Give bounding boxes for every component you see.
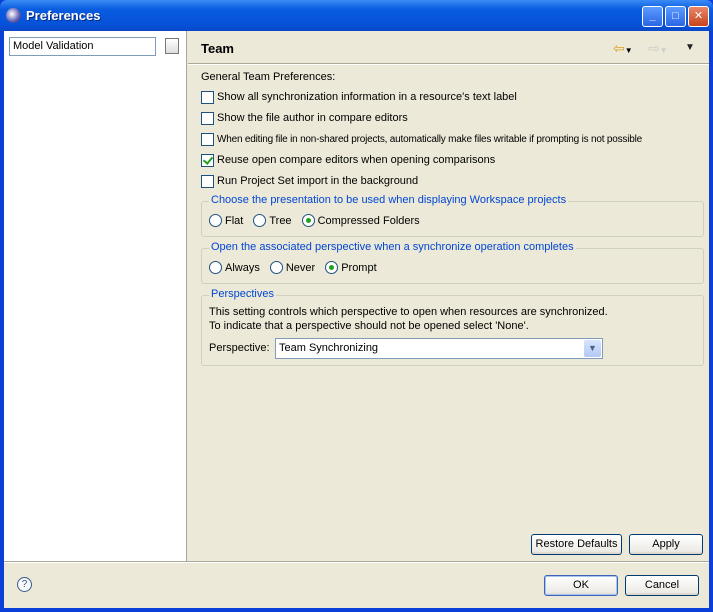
checkbox[interactable] [201, 90, 214, 104]
label: Show all synchronization information in … [217, 91, 517, 103]
label: Flat [225, 214, 244, 227]
radio[interactable] [325, 261, 339, 274]
group-legend: Perspectives [209, 288, 276, 300]
presentation-group: Choose the presentation to be used when … [201, 194, 704, 237]
help-icon[interactable]: ? [17, 577, 32, 592]
view-menu-icon[interactable]: ▼ [685, 42, 695, 53]
option-reuse-editors[interactable]: Reuse open compare editors when opening … [201, 152, 495, 168]
radio[interactable] [209, 261, 222, 274]
title-bar[interactable]: Preferences _ □ ✕ [0, 0, 713, 31]
radio-always[interactable]: Always [209, 261, 260, 274]
radio-flat[interactable]: Flat [209, 214, 243, 227]
general-label: General Team Preferences: [201, 71, 336, 83]
header-separator [188, 63, 709, 65]
label: Always [225, 261, 260, 274]
radio-compressed-folders[interactable]: Compressed Folders [301, 214, 420, 227]
checkbox[interactable] [201, 132, 214, 146]
minimize-button[interactable]: _ [642, 6, 663, 27]
preference-page: Team ⇦▼ ⇨▼ ▼ General Team Preferences: S… [188, 31, 709, 561]
label: Compressed Folders [317, 214, 420, 227]
radio-tree[interactable]: Tree [253, 214, 292, 227]
forward-arrow-icon[interactable]: ⇨▼ [648, 40, 668, 57]
page-title: Team [201, 41, 234, 56]
close-button[interactable]: ✕ [688, 6, 709, 27]
radio[interactable] [301, 214, 315, 227]
selected-value: Team Synchronizing [279, 342, 379, 354]
ok-button[interactable]: OK [544, 575, 618, 596]
window-title: Preferences [26, 8, 101, 23]
restore-defaults-button[interactable]: Restore Defaults [531, 534, 622, 555]
label: Prompt [341, 261, 377, 274]
checkbox[interactable] [201, 174, 214, 188]
radio[interactable] [209, 214, 222, 227]
group-legend: Open the associated perspective when a s… [209, 241, 576, 253]
label: Run Project Set import in the background [217, 175, 419, 187]
apply-button[interactable]: Apply [629, 534, 703, 555]
label: Reuse open compare editors when opening … [217, 154, 496, 166]
checkbox[interactable] [201, 111, 214, 125]
dialog-body: Model Validation Team ⇦▼ ⇨▼ ▼ General Te… [4, 31, 709, 608]
perspectives-group: Perspectives This setting controls which… [201, 288, 704, 366]
radio[interactable] [253, 214, 267, 227]
label: Tree [269, 214, 292, 227]
option-make-writable[interactable]: When editing file in non-shared projects… [201, 131, 642, 147]
option-run-background[interactable]: Run Project Set import in the background [201, 173, 418, 189]
filter-input[interactable]: Model Validation [9, 37, 156, 56]
label: When editing file in non-shared projects… [217, 133, 642, 145]
checkbox[interactable] [201, 153, 214, 167]
perspective-select[interactable]: Team Synchronizing ▼ [275, 338, 603, 359]
perspective-label: Perspective: [209, 342, 270, 354]
maximize-button[interactable]: □ [665, 6, 686, 27]
radio-never[interactable]: Never [269, 261, 316, 274]
clear-filter-icon[interactable] [165, 38, 179, 54]
perspectives-description-2: To indicate that a perspective should no… [209, 320, 529, 332]
radio[interactable] [269, 261, 283, 274]
radio-prompt[interactable]: Prompt [325, 261, 377, 274]
option-show-file-author[interactable]: Show the file author in compare editors [201, 110, 408, 126]
chevron-down-icon[interactable]: ▼ [584, 340, 601, 357]
label: Never [285, 261, 316, 274]
preference-tree-pane: Model Validation [4, 31, 187, 561]
option-show-sync-info[interactable]: Show all synchronization information in … [201, 89, 517, 105]
label: Show the file author in compare editors [217, 112, 408, 124]
back-arrow-icon[interactable]: ⇦▼ [613, 40, 633, 57]
group-legend: Choose the presentation to be used when … [209, 194, 569, 206]
cancel-button[interactable]: Cancel [625, 575, 699, 596]
perspectives-description: This setting controls which perspective … [209, 306, 608, 318]
eclipse-icon [6, 8, 21, 23]
footer-separator [4, 561, 709, 563]
open-perspective-group: Open the associated perspective when a s… [201, 241, 704, 284]
